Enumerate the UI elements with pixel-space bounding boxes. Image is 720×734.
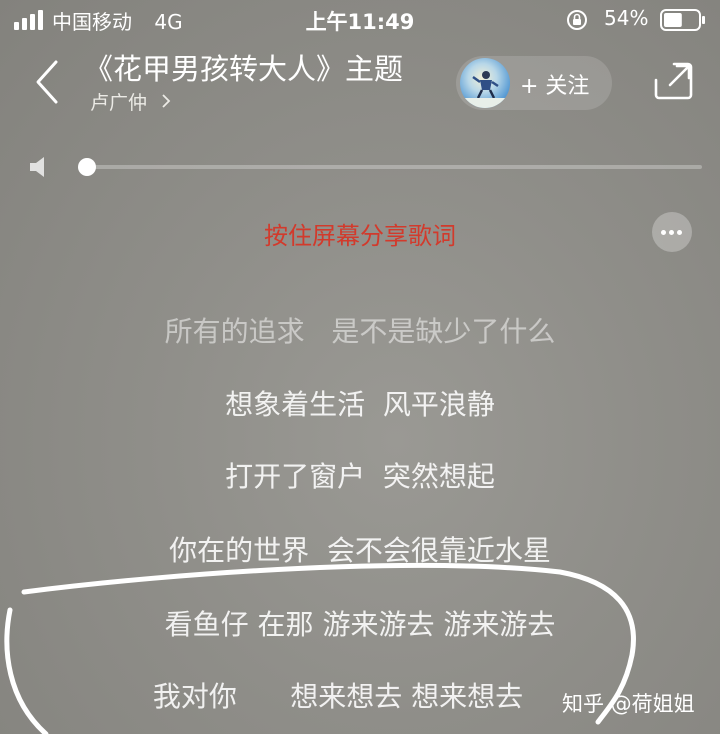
network-type: 4G xyxy=(154,10,183,34)
song-title: 《花甲男孩转大人》主题 xyxy=(84,52,404,86)
lyric-line: 你在的世界 会不会很靠近水星 xyxy=(169,534,551,567)
follow-button[interactable]: + 关注 xyxy=(456,56,612,110)
speaker-icon[interactable] xyxy=(28,156,52,178)
playback-progress xyxy=(0,150,720,184)
battery-percent: 54% xyxy=(604,6,649,30)
status-bar: 中国移动 4G 上午11:49 54% xyxy=(0,0,720,40)
chevron-right-icon xyxy=(162,94,171,108)
header: 《花甲男孩转大人》主题 卢广仲 + 关注 xyxy=(0,40,720,130)
artist-name: 卢广仲 xyxy=(90,92,148,114)
lyric-line: 所有的追求 是不是缺少了什么 xyxy=(164,315,556,348)
carrier-name: 中国移动 xyxy=(52,10,132,34)
avatar-figure-icon xyxy=(460,71,510,108)
artist-link[interactable]: 卢广仲 xyxy=(90,88,147,115)
lyric-line: 打开了窗户 突然想起 xyxy=(225,460,495,493)
lyric-line: 想象着生活 风平浪静 xyxy=(225,388,495,421)
progress-track[interactable] xyxy=(86,165,702,169)
more-options-button[interactable] xyxy=(652,212,692,252)
carrier-label: 中国移动 4G xyxy=(52,6,183,35)
follow-label: + 关注 xyxy=(520,74,590,99)
back-icon[interactable] xyxy=(30,58,66,106)
signal-icon xyxy=(14,10,43,30)
rotation-lock-icon xyxy=(567,10,587,30)
lyric-line: 看鱼仔 在那 游来游去 游来游去 xyxy=(164,608,556,641)
avatar[interactable] xyxy=(460,58,510,108)
watermark: 知乎 @荷姐姐 xyxy=(562,692,695,716)
battery-icon xyxy=(660,9,705,31)
share-icon[interactable] xyxy=(652,60,694,102)
progress-thumb[interactable] xyxy=(78,158,96,176)
share-lyrics-hint: 按住屏幕分享歌词 xyxy=(264,222,456,250)
